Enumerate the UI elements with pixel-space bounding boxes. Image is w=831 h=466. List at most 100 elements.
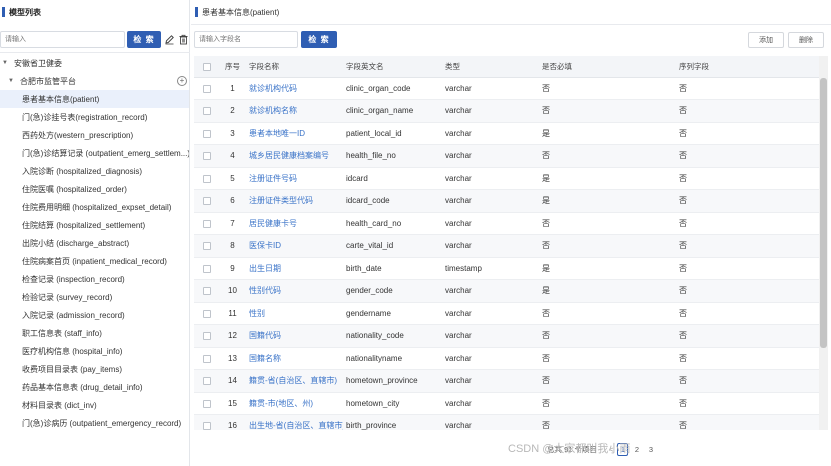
table-row[interactable]: 16 出生地-省(自治区、直辖市) birth_province varchar 否否 — [194, 414, 819, 430]
field-name-link[interactable]: 就诊机构名称 — [246, 99, 343, 123]
tree-item[interactable]: 出院小结 (discharge_abstract) — [0, 234, 189, 252]
field-name-link[interactable]: 籍贯-省(自治区、直辖市) — [246, 369, 343, 393]
tree-item[interactable]: 住院病案首页 (inpatient_medical_record) — [0, 252, 189, 270]
field-type: varchar — [442, 234, 539, 258]
table-row[interactable]: 10 性别代码 gender_code varchar 是否 — [194, 279, 819, 303]
row-checkbox[interactable] — [194, 392, 219, 415]
row-checkbox[interactable] — [194, 302, 219, 325]
table-row[interactable]: 14 籍贯-省(自治区、直辖市) hometown_province varchar 否… — [194, 369, 819, 393]
left-divider — [0, 52, 190, 53]
column-header: 序号 — [219, 56, 246, 78]
table-row[interactable]: 15 籍贯-市(地区、州) hometown_city varchar 否否 — [194, 392, 819, 415]
row-checkbox[interactable] — [194, 234, 219, 258]
tree-item[interactable]: 门(急)诊挂号表(registration_record) — [0, 108, 189, 126]
tree-item[interactable]: 检验记录 (survey_record) — [0, 288, 189, 306]
tree-item[interactable]: 住院医嘱 (hospitalized_order) — [0, 180, 189, 198]
field-type: varchar — [442, 167, 539, 190]
field-sequence: 否 — [676, 77, 819, 100]
table-row[interactable]: 7 居民健康卡号 health_card_no varchar 否否 — [194, 212, 819, 235]
tree-item[interactable]: 收费项目目录表 (pay_items) — [0, 360, 189, 378]
field-name-link[interactable]: 出生地-省(自治区、直辖市) — [246, 414, 343, 430]
field-required: 否 — [539, 324, 676, 348]
field-name-link[interactable]: 籍贯-市(地区、州) — [246, 392, 343, 415]
tree-item[interactable]: 西药处方(western_prescription) — [0, 126, 189, 144]
tree-item[interactable]: 入院诊断 (hospitalized_diagnosis) — [0, 162, 189, 180]
row-index: 8 — [219, 234, 246, 258]
field-name-link[interactable]: 性别 — [246, 302, 343, 325]
add-button[interactable]: 添加 — [748, 32, 784, 48]
field-name-link[interactable]: 出生日期 — [246, 257, 343, 280]
tree-item[interactable]: 医疗机构信息 (hospital_info) — [0, 342, 189, 360]
tree-item[interactable]: 药品基本信息表 (drug_detail_info) — [0, 378, 189, 396]
table-row[interactable]: 13 国籍名称 nationalityname varchar 否否 — [194, 347, 819, 370]
row-checkbox[interactable] — [194, 414, 219, 430]
add-circle-icon[interactable]: + — [177, 76, 187, 86]
field-search-button[interactable]: 检 索 — [301, 31, 337, 48]
row-checkbox[interactable] — [194, 122, 219, 145]
field-name-link[interactable]: 国籍名称 — [246, 347, 343, 370]
tree-node-root[interactable]: ▼ 安徽省卫健委 — [0, 54, 189, 72]
table-row[interactable]: 3 患者本地唯一ID patient_local_id varchar 是否 — [194, 122, 819, 145]
row-checkbox[interactable] — [194, 77, 219, 100]
pager-page-3[interactable]: 3 — [645, 443, 656, 456]
field-name-link[interactable]: 国籍代码 — [246, 324, 343, 348]
tree-item[interactable]: 门(急)诊结算记录 (outpatient_emerg_settlem...) — [0, 144, 189, 162]
table-row[interactable]: 6 注册证件类型代码 idcard_code varchar 是否 — [194, 189, 819, 213]
row-checkbox[interactable] — [194, 189, 219, 213]
field-name-link[interactable]: 注册证件类型代码 — [246, 189, 343, 213]
row-index: 5 — [219, 167, 246, 190]
table-row[interactable]: 1 就诊机构代码 clinic_organ_code varchar 否否 — [194, 77, 819, 100]
row-checkbox[interactable] — [194, 144, 219, 168]
row-checkbox[interactable] — [194, 279, 219, 303]
field-required: 否 — [539, 392, 676, 415]
field-search-input[interactable] — [194, 31, 298, 48]
field-required: 是 — [539, 189, 676, 213]
tree-item[interactable]: 检查记录 (inspection_record) — [0, 270, 189, 288]
row-index: 7 — [219, 212, 246, 235]
field-name-link[interactable]: 就诊机构代码 — [246, 77, 343, 100]
tree-item[interactable]: 患者基本信息(patient) — [0, 90, 189, 108]
tree-item[interactable]: 材料目录表 (dict_inv) — [0, 396, 189, 414]
field-name-link[interactable]: 注册证件号码 — [246, 167, 343, 190]
table-scrollbar[interactable] — [819, 56, 828, 430]
row-checkbox[interactable] — [194, 99, 219, 123]
tree-item[interactable]: 住院费用明细 (hospitalized_expset_detail) — [0, 198, 189, 216]
tree-item[interactable]: 门(急)诊病历 (outpatient_emergency_record) — [0, 414, 189, 432]
tree-item[interactable]: 职工信息表 (staff_info) — [0, 324, 189, 342]
field-name-link[interactable]: 居民健康卡号 — [246, 212, 343, 235]
row-checkbox[interactable] — [194, 212, 219, 235]
table-row[interactable]: 5 注册证件号码 idcard varchar 是否 — [194, 167, 819, 190]
field-name-link[interactable]: 性别代码 — [246, 279, 343, 303]
table-row[interactable]: 9 出生日期 birth_date timestamp 是否 — [194, 257, 819, 280]
tree-item[interactable]: 住院结算 (hospitalized_settlement) — [0, 216, 189, 234]
delete-button[interactable]: 删除 — [788, 32, 824, 48]
edit-icon[interactable] — [163, 32, 175, 46]
caret-down-icon[interactable]: ▼ — [2, 60, 10, 66]
caret-down-icon[interactable]: ▼ — [8, 78, 16, 84]
trash-icon[interactable] — [177, 32, 189, 46]
table-row[interactable]: 11 性别 gendername varchar 否否 — [194, 302, 819, 325]
model-search-input[interactable] — [0, 31, 125, 48]
row-checkbox[interactable] — [194, 347, 219, 370]
row-checkbox[interactable] — [194, 324, 219, 348]
tree-item[interactable]: 入院记录 (admission_record) — [0, 306, 189, 324]
row-checkbox[interactable] — [194, 257, 219, 280]
row-index: 2 — [219, 99, 246, 123]
select-all-checkbox[interactable] — [194, 56, 219, 78]
table-row[interactable]: 2 就诊机构名称 clinic_organ_name varchar 否否 — [194, 99, 819, 123]
field-name-link[interactable]: 城乡居民健康档案编号 — [246, 144, 343, 168]
title-accent-bar — [195, 7, 198, 17]
field-name-link[interactable]: 医保卡ID — [246, 234, 343, 258]
field-english-name: hometown_province — [343, 369, 442, 393]
scrollbar-thumb[interactable] — [820, 78, 827, 348]
tree-node-platform[interactable]: ▼ 合肥市监管平台 + — [0, 72, 189, 90]
model-search-button[interactable]: 检 索 — [127, 31, 161, 48]
field-english-name: gendername — [343, 302, 442, 325]
field-name-link[interactable]: 患者本地唯一ID — [246, 122, 343, 145]
table-row[interactable]: 12 国籍代码 nationality_code varchar 否否 — [194, 324, 819, 348]
row-checkbox[interactable] — [194, 167, 219, 190]
pager-page-2[interactable]: 2 — [631, 443, 642, 456]
table-row[interactable]: 4 城乡居民健康档案编号 health_file_no varchar 否否 — [194, 144, 819, 168]
table-row[interactable]: 8 医保卡ID carte_vital_id varchar 否否 — [194, 234, 819, 258]
row-checkbox[interactable] — [194, 369, 219, 393]
